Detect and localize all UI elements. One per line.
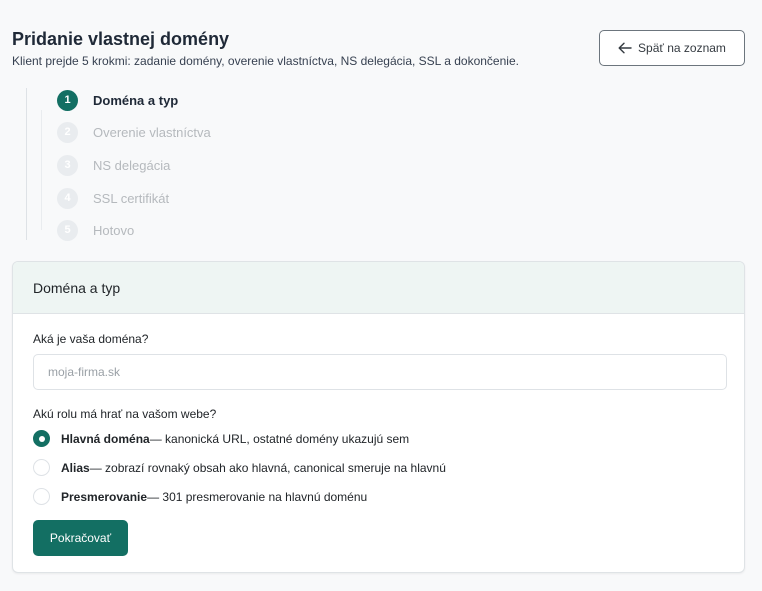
step-number: 4 (57, 187, 78, 209)
step-4: 4 SSL certifikát (57, 187, 170, 209)
back-button-label: Späť na zoznam (638, 41, 726, 55)
arrow-left-icon (618, 42, 632, 54)
domain-input[interactable] (33, 354, 727, 390)
page-subtitle: Klient prejde 5 krokmi: zadanie domény, … (12, 54, 519, 68)
step-label: Overenie vlastníctva (93, 124, 211, 140)
stepper (26, 88, 27, 240)
domain-field-label: Aká je vaša doména? (33, 332, 149, 346)
step-label: SSL certifikát (93, 190, 170, 206)
domain-card: Doména a typ Aká je vaša doména? Akú rol… (12, 261, 745, 573)
option-description: — zobrazí rovnaký obsah ako hlavná, cano… (89, 460, 446, 475)
radio-option-alias[interactable]: Alias — zobrazí rovnaký obsah ako hlavná… (33, 459, 446, 476)
radio-button[interactable] (33, 488, 50, 505)
step-number: 5 (57, 219, 78, 241)
option-description: — kanonická URL, ostatné domény ukazujú … (149, 431, 410, 446)
role-field-label: Akú rolu má hrať na vašom webe? (33, 407, 217, 421)
step-2: 2 Overenie vlastníctva (57, 121, 211, 143)
step-number: 3 (57, 154, 78, 176)
page-header: Pridanie vlastnej domény Klient prejde 5… (12, 28, 519, 69)
radio-button[interactable] (33, 459, 50, 476)
step-label: Hotovo (93, 222, 135, 238)
stepper-connector (41, 110, 42, 230)
step-5: 5 Hotovo (57, 219, 135, 241)
back-to-list-button[interactable]: Späť na zoznam (599, 30, 745, 66)
step-1: 1 Doména a typ (57, 89, 179, 111)
radio-option-redirect[interactable]: Presmerovanie — 301 presmerovanie na hla… (33, 488, 367, 505)
option-description: — 301 presmerovanie na hlavnú doménu (147, 489, 368, 504)
step-label: Doména a typ (93, 92, 179, 108)
radio-button[interactable] (33, 430, 50, 447)
continue-button[interactable]: Pokračovať (33, 520, 128, 556)
radio-option-main-domain[interactable]: Hlavná doména — kanonická URL, ostatné d… (33, 430, 409, 447)
step-number: 1 (57, 89, 78, 111)
option-title: Alias (61, 460, 90, 475)
card-title: Doména a typ (13, 262, 744, 314)
step-label: NS delegácia (93, 157, 171, 173)
option-title: Hlavná doména (61, 431, 150, 446)
option-title: Presmerovanie (61, 489, 148, 504)
page-title: Pridanie vlastnej domény (12, 29, 230, 49)
step-number: 2 (57, 121, 78, 143)
step-3: 3 NS delegácia (57, 154, 171, 176)
